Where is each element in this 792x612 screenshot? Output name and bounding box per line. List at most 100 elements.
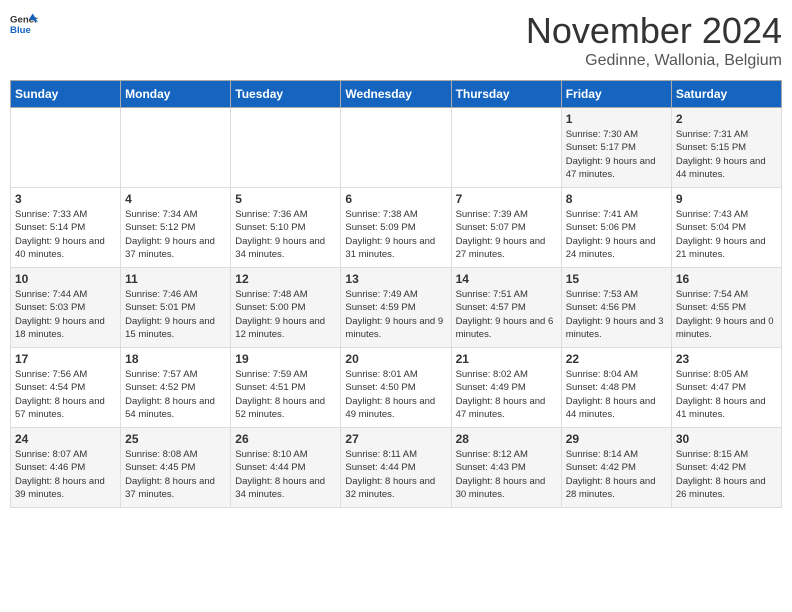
day-number: 26 bbox=[235, 432, 336, 446]
calendar-week-row: 10 Sunrise: 7:44 AM Sunset: 5:03 PM Dayli… bbox=[11, 268, 782, 348]
day-info: Sunrise: 7:51 AM Sunset: 4:57 PM Dayligh… bbox=[456, 288, 557, 341]
day-info: Sunrise: 8:02 AM Sunset: 4:49 PM Dayligh… bbox=[456, 368, 557, 421]
calendar-cell: 22 Sunrise: 8:04 AM Sunset: 4:48 PM Dayli… bbox=[561, 348, 671, 428]
day-info: Sunrise: 7:53 AM Sunset: 4:56 PM Dayligh… bbox=[566, 288, 667, 341]
day-number: 11 bbox=[125, 272, 226, 286]
header-day-saturday: Saturday bbox=[671, 81, 781, 108]
subtitle: Gedinne, Wallonia, Belgium bbox=[526, 52, 782, 70]
header-day-sunday: Sunday bbox=[11, 81, 121, 108]
header-day-thursday: Thursday bbox=[451, 81, 561, 108]
day-number: 22 bbox=[566, 352, 667, 366]
calendar-cell: 21Sunrise: 8:02 AM Sunset: 4:49 PM Dayli… bbox=[451, 348, 561, 428]
day-number: 28 bbox=[456, 432, 557, 446]
day-info: Sunrise: 7:44 AM Sunset: 5:03 PM Dayligh… bbox=[15, 288, 116, 341]
calendar-week-row: 24 Sunrise: 8:07 AM Sunset: 4:46 PM Dayli… bbox=[11, 428, 782, 508]
day-info: Sunrise: 8:08 AM Sunset: 4:45 PM Dayligh… bbox=[125, 448, 226, 501]
calendar-cell bbox=[231, 108, 341, 188]
header: General Blue November 2024 Gedinne, Wall… bbox=[10, 10, 782, 70]
day-number: 14 bbox=[456, 272, 557, 286]
day-info: Sunrise: 7:34 AM Sunset: 5:12 PM Dayligh… bbox=[125, 208, 226, 261]
calendar-cell: 29 Sunrise: 8:14 AM Sunset: 4:42 PM Dayli… bbox=[561, 428, 671, 508]
calendar-cell: 7Sunrise: 7:39 AM Sunset: 5:07 PM Daylig… bbox=[451, 188, 561, 268]
calendar-cell bbox=[451, 108, 561, 188]
day-info: Sunrise: 8:05 AM Sunset: 4:47 PM Dayligh… bbox=[676, 368, 777, 421]
calendar-cell: 5 Sunrise: 7:36 AM Sunset: 5:10 PM Daylig… bbox=[231, 188, 341, 268]
day-number: 2 bbox=[676, 112, 777, 126]
day-info: Sunrise: 7:38 AM Sunset: 5:09 PM Dayligh… bbox=[345, 208, 446, 261]
day-info: Sunrise: 7:46 AM Sunset: 5:01 PM Dayligh… bbox=[125, 288, 226, 341]
calendar-cell: 24 Sunrise: 8:07 AM Sunset: 4:46 PM Dayli… bbox=[11, 428, 121, 508]
day-number: 10 bbox=[15, 272, 116, 286]
day-number: 12 bbox=[235, 272, 336, 286]
calendar-cell: 25 Sunrise: 8:08 AM Sunset: 4:45 PM Dayli… bbox=[121, 428, 231, 508]
calendar-cell bbox=[121, 108, 231, 188]
day-number: 6 bbox=[345, 192, 446, 206]
calendar-cell: 15Sunrise: 7:53 AM Sunset: 4:56 PM Dayli… bbox=[561, 268, 671, 348]
calendar-cell: 14 Sunrise: 7:51 AM Sunset: 4:57 PM Dayli… bbox=[451, 268, 561, 348]
day-number: 20 bbox=[345, 352, 446, 366]
day-number: 23 bbox=[676, 352, 777, 366]
day-number: 16 bbox=[676, 272, 777, 286]
header-day-friday: Friday bbox=[561, 81, 671, 108]
calendar-cell: 23 Sunrise: 8:05 AM Sunset: 4:47 PM Dayli… bbox=[671, 348, 781, 428]
day-number: 9 bbox=[676, 192, 777, 206]
header-day-monday: Monday bbox=[121, 81, 231, 108]
calendar-week-row: 17 Sunrise: 7:56 AM Sunset: 4:54 PM Dayli… bbox=[11, 348, 782, 428]
day-number: 13 bbox=[345, 272, 446, 286]
calendar-cell: 4 Sunrise: 7:34 AM Sunset: 5:12 PM Daylig… bbox=[121, 188, 231, 268]
day-info: Sunrise: 8:11 AM Sunset: 4:44 PM Dayligh… bbox=[345, 448, 446, 501]
day-number: 19 bbox=[235, 352, 336, 366]
day-number: 30 bbox=[676, 432, 777, 446]
day-info: Sunrise: 8:10 AM Sunset: 4:44 PM Dayligh… bbox=[235, 448, 336, 501]
day-info: Sunrise: 8:14 AM Sunset: 4:42 PM Dayligh… bbox=[566, 448, 667, 501]
calendar-cell: 3 Sunrise: 7:33 AM Sunset: 5:14 PM Daylig… bbox=[11, 188, 121, 268]
header-day-wednesday: Wednesday bbox=[341, 81, 451, 108]
day-info: Sunrise: 7:41 AM Sunset: 5:06 PM Dayligh… bbox=[566, 208, 667, 261]
calendar-cell: 11 Sunrise: 7:46 AM Sunset: 5:01 PM Dayli… bbox=[121, 268, 231, 348]
day-info: Sunrise: 7:36 AM Sunset: 5:10 PM Dayligh… bbox=[235, 208, 336, 261]
day-number: 18 bbox=[125, 352, 226, 366]
day-number: 27 bbox=[345, 432, 446, 446]
calendar-cell: 9Sunrise: 7:43 AM Sunset: 5:04 PM Daylig… bbox=[671, 188, 781, 268]
calendar-week-row: 1Sunrise: 7:30 AM Sunset: 5:17 PM Daylig… bbox=[11, 108, 782, 188]
day-info: Sunrise: 7:54 AM Sunset: 4:55 PM Dayligh… bbox=[676, 288, 777, 341]
calendar-cell: 10 Sunrise: 7:44 AM Sunset: 5:03 PM Dayli… bbox=[11, 268, 121, 348]
logo-icon: General Blue bbox=[10, 10, 38, 38]
day-info: Sunrise: 8:12 AM Sunset: 4:43 PM Dayligh… bbox=[456, 448, 557, 501]
day-info: Sunrise: 7:48 AM Sunset: 5:00 PM Dayligh… bbox=[235, 288, 336, 341]
day-number: 17 bbox=[15, 352, 116, 366]
day-info: Sunrise: 8:04 AM Sunset: 4:48 PM Dayligh… bbox=[566, 368, 667, 421]
calendar-cell: 30Sunrise: 8:15 AM Sunset: 4:42 PM Dayli… bbox=[671, 428, 781, 508]
day-info: Sunrise: 7:56 AM Sunset: 4:54 PM Dayligh… bbox=[15, 368, 116, 421]
day-info: Sunrise: 7:49 AM Sunset: 4:59 PM Dayligh… bbox=[345, 288, 446, 341]
day-info: Sunrise: 7:31 AM Sunset: 5:15 PM Dayligh… bbox=[676, 128, 777, 181]
calendar-cell: 18 Sunrise: 7:57 AM Sunset: 4:52 PM Dayli… bbox=[121, 348, 231, 428]
calendar-header-row: SundayMondayTuesdayWednesdayThursdayFrid… bbox=[11, 81, 782, 108]
day-number: 8 bbox=[566, 192, 667, 206]
day-number: 25 bbox=[125, 432, 226, 446]
day-info: Sunrise: 7:30 AM Sunset: 5:17 PM Dayligh… bbox=[566, 128, 667, 181]
calendar-cell: 27 Sunrise: 8:11 AM Sunset: 4:44 PM Dayli… bbox=[341, 428, 451, 508]
calendar-body: 1Sunrise: 7:30 AM Sunset: 5:17 PM Daylig… bbox=[11, 108, 782, 508]
calendar-cell: 13 Sunrise: 7:49 AM Sunset: 4:59 PM Dayli… bbox=[341, 268, 451, 348]
calendar-cell: 19Sunrise: 7:59 AM Sunset: 4:51 PM Dayli… bbox=[231, 348, 341, 428]
day-number: 24 bbox=[15, 432, 116, 446]
day-number: 29 bbox=[566, 432, 667, 446]
svg-text:Blue: Blue bbox=[10, 25, 31, 36]
logo: General Blue bbox=[10, 10, 38, 38]
day-info: Sunrise: 8:07 AM Sunset: 4:46 PM Dayligh… bbox=[15, 448, 116, 501]
day-info: Sunrise: 7:57 AM Sunset: 4:52 PM Dayligh… bbox=[125, 368, 226, 421]
calendar-cell: 1Sunrise: 7:30 AM Sunset: 5:17 PM Daylig… bbox=[561, 108, 671, 188]
calendar-cell bbox=[341, 108, 451, 188]
calendar-cell: 26 Sunrise: 8:10 AM Sunset: 4:44 PM Dayli… bbox=[231, 428, 341, 508]
day-number: 4 bbox=[125, 192, 226, 206]
calendar-cell: 20Sunrise: 8:01 AM Sunset: 4:50 PM Dayli… bbox=[341, 348, 451, 428]
day-number: 5 bbox=[235, 192, 336, 206]
day-number: 3 bbox=[15, 192, 116, 206]
calendar-cell: 17 Sunrise: 7:56 AM Sunset: 4:54 PM Dayli… bbox=[11, 348, 121, 428]
title-area: November 2024 Gedinne, Wallonia, Belgium bbox=[526, 10, 782, 70]
calendar-cell: 12 Sunrise: 7:48 AM Sunset: 5:00 PM Dayli… bbox=[231, 268, 341, 348]
calendar-table: SundayMondayTuesdayWednesdayThursdayFrid… bbox=[10, 80, 782, 508]
day-info: Sunrise: 7:33 AM Sunset: 5:14 PM Dayligh… bbox=[15, 208, 116, 261]
calendar-cell: 8 Sunrise: 7:41 AM Sunset: 5:06 PM Daylig… bbox=[561, 188, 671, 268]
